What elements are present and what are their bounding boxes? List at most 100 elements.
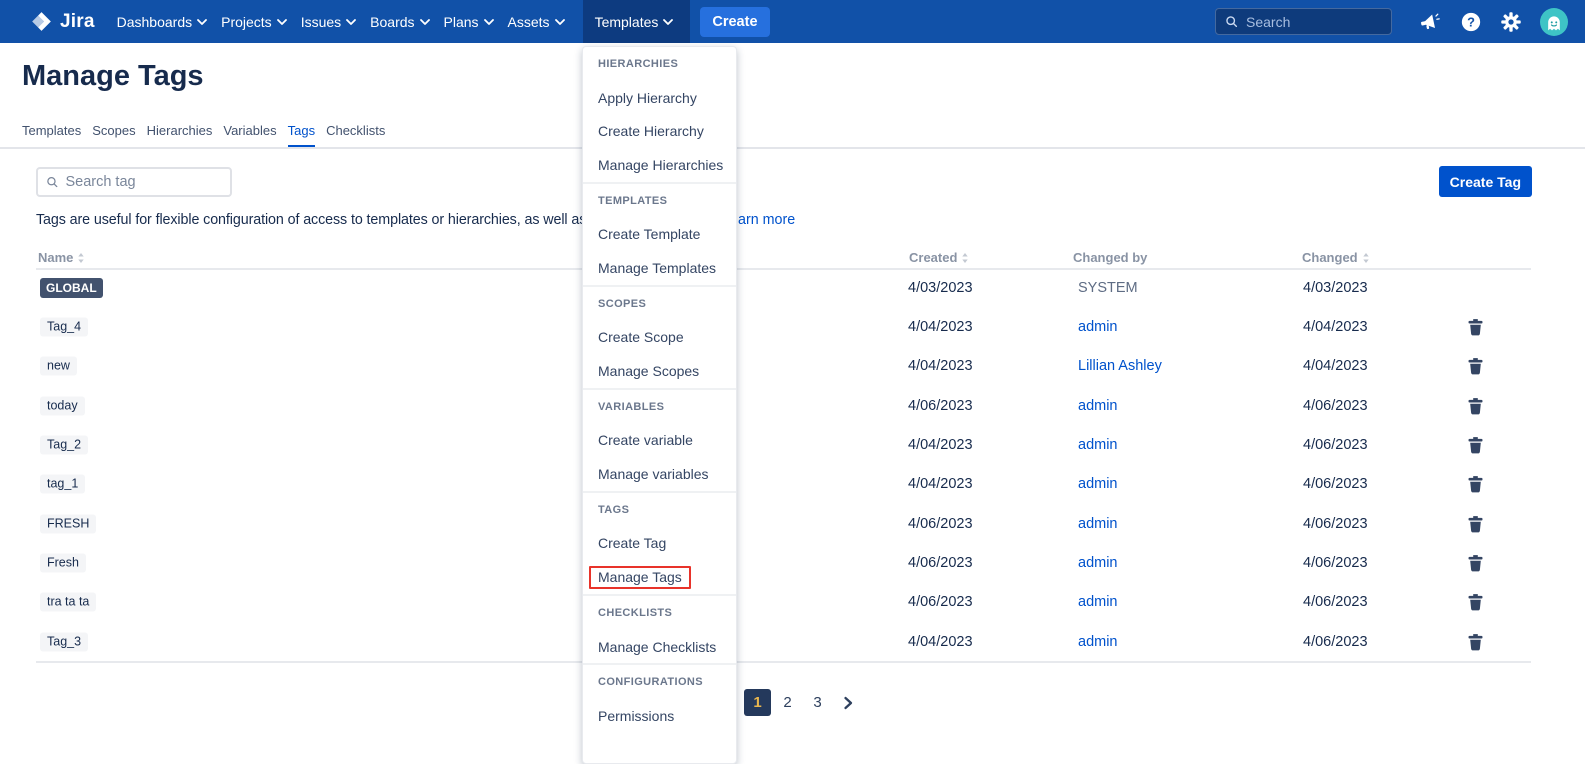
trash-icon [1468,515,1483,532]
nav-item-projects[interactable]: Projects [221,0,287,43]
changed-cell: 4/06/2023 [1303,555,1368,571]
chevron-right-icon [842,696,854,710]
changed-by-link[interactable]: admin [1078,398,1118,414]
menu-section-header: HIERARCHIES [583,47,736,81]
menu-item-manage-tags[interactable]: Manage Tags [583,560,736,594]
menu-item-manage-hierarchies[interactable]: Manage Hierarchies [583,148,736,182]
changed-by-text: SYSTEM [1078,280,1138,296]
changed-by-link[interactable]: admin [1078,516,1118,532]
tag-search-input[interactable] [65,174,222,190]
changed-by-link[interactable]: admin [1078,476,1118,492]
menu-item-permissions[interactable]: Permissions [583,699,736,733]
announcements-button[interactable] [1418,11,1442,33]
menu-item-label: Create Tag [598,535,666,551]
tag-name-cell: FRESH [40,514,96,533]
jira-logo-text: Jira [60,11,95,33]
column-header-changed[interactable]: Changed [1302,250,1369,265]
gear-icon [1500,11,1522,33]
create-button[interactable]: Create [700,7,769,37]
tag-name-cell: Tag_2 [40,435,88,454]
global-search-input[interactable] [1246,14,1382,30]
trash-icon [1468,397,1483,414]
nav-item-assets[interactable]: Assets [508,0,565,43]
table-row: new4/04/2023Lillian Ashley4/04/2023 [0,347,1585,386]
menu-item-create-template[interactable]: Create Template [583,217,736,251]
delete-tag-button[interactable] [1466,474,1485,495]
column-header-created[interactable]: Created [909,250,968,265]
nav-item-dashboards[interactable]: Dashboards [117,0,208,43]
trash-icon [1468,318,1483,335]
menu-item-create-hierarchy[interactable]: Create Hierarchy [583,114,736,148]
table-bottom-divider [36,661,1531,663]
jira-logo[interactable]: Jira [30,10,95,33]
trash-icon [1468,476,1483,493]
changed-by-link[interactable]: admin [1078,594,1118,610]
menu-section-header: CONFIGURATIONS [583,665,736,699]
create-tag-button[interactable]: Create Tag [1439,166,1532,197]
menu-item-create-variable[interactable]: Create variable [583,424,736,458]
delete-tag-button[interactable] [1466,552,1485,573]
menu-item-apply-hierarchy[interactable]: Apply Hierarchy [583,81,736,115]
nav-item-issues[interactable]: Issues [301,0,356,43]
tab-hierarchies[interactable]: Hierarchies [147,123,213,148]
changed-by-link[interactable]: admin [1078,319,1118,335]
changed-by-link[interactable]: Lillian Ashley [1078,358,1162,374]
delete-tag-button[interactable] [1466,356,1485,377]
changed-by-cell: admin [1078,555,1118,571]
help-button[interactable]: ? [1460,11,1482,33]
menu-item-manage-checklists[interactable]: Manage Checklists [583,630,736,664]
menu-item-manage-variables[interactable]: Manage variables [583,457,736,491]
column-header-name[interactable]: Name [38,250,84,265]
tab-templates[interactable]: Templates [22,123,81,148]
created-cell: 4/04/2023 [908,437,973,453]
delete-tag-button[interactable] [1466,434,1485,455]
svg-text:?: ? [1467,14,1475,29]
menu-item-label: Manage Tags [589,566,691,589]
menu-item-label: Create Template [598,226,700,242]
tag-name-cell: tra ta ta [40,593,96,612]
menu-section-checklists: CHECKLISTSManage Checklists [583,594,736,663]
tab-scopes[interactable]: Scopes [92,123,135,148]
tab-checklists[interactable]: Checklists [326,123,385,148]
changed-by-cell: Lillian Ashley [1078,358,1162,374]
tag-name-cell: Tag_3 [40,632,88,651]
changed-by-link[interactable]: admin [1078,555,1118,571]
delete-tag-button[interactable] [1466,395,1485,416]
learn-more-link[interactable]: arn more [738,212,795,228]
user-avatar[interactable] [1540,8,1568,36]
menu-item-manage-templates[interactable]: Manage Templates [583,251,736,285]
menu-item-create-tag[interactable]: Create Tag [583,527,736,561]
changed-by-link[interactable]: admin [1078,437,1118,453]
delete-tag-button[interactable] [1466,631,1485,652]
page-2[interactable]: 2 [774,689,801,716]
nav-item-templates[interactable]: Templates [583,0,691,43]
nav-item-label: Assets [508,14,550,30]
delete-tag-button[interactable] [1466,592,1485,613]
changed-cell: 4/04/2023 [1303,358,1368,374]
menu-item-manage-scopes[interactable]: Manage Scopes [583,354,736,388]
global-search[interactable] [1215,8,1392,35]
chevron-down-icon [197,19,207,25]
column-header-changed-by: Changed by [1073,250,1147,265]
changed-cell: 4/06/2023 [1303,634,1368,650]
nav-item-boards[interactable]: Boards [370,0,429,43]
delete-tag-button[interactable] [1466,316,1485,337]
nav-item-label: Plans [444,14,479,30]
settings-button[interactable] [1500,11,1522,33]
menu-item-create-scope[interactable]: Create Scope [583,321,736,355]
changed-cell: 4/03/2023 [1303,280,1368,296]
changed-by-link[interactable]: admin [1078,634,1118,650]
page-3[interactable]: 3 [804,689,831,716]
nav-item-plans[interactable]: Plans [444,0,494,43]
table-row: today4/06/2023admin4/06/2023 [0,386,1585,425]
menu-section-variables: VARIABLESCreate variableManage variables [583,388,736,491]
tab-tags[interactable]: Tags [288,123,315,148]
tag-search[interactable] [36,167,232,197]
page-1[interactable]: 1 [744,689,771,716]
tab-variables[interactable]: Variables [223,123,276,148]
changed-cell: 4/06/2023 [1303,594,1368,610]
page-description: Tags are useful for flexible configurati… [36,212,594,228]
delete-tag-button[interactable] [1466,513,1485,534]
tag-name-cell: Fresh [40,553,86,572]
next-page-button[interactable] [834,689,861,716]
